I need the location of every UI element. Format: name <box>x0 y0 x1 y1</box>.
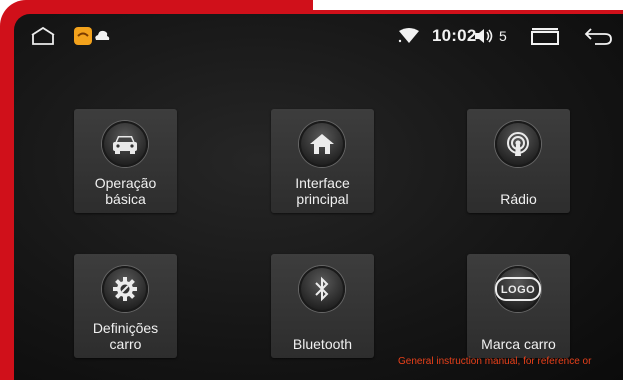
tile-label-line1: Operação <box>94 175 157 191</box>
frame-edge <box>313 0 623 10</box>
tile-car-settings[interactable]: Definições carro <box>74 254 177 358</box>
status-bar: 10:02 5 <box>14 14 623 58</box>
head-unit-screen: 10:02 5 Operação básica Interface princi… <box>14 14 623 380</box>
app-notification-icon <box>74 27 92 45</box>
recent-apps-icon[interactable] <box>529 27 561 45</box>
tile-radio[interactable]: Rádio <box>467 109 570 213</box>
tile-label-line2: básica <box>105 191 146 207</box>
tile-basic-operation[interactable]: Operação básica <box>74 109 177 213</box>
tile-main-interface[interactable]: Interface principal <box>271 109 374 213</box>
tile-label-line2: Rádio <box>500 191 537 207</box>
settings-gear-icon <box>102 266 148 312</box>
tile-label-line2: principal <box>296 191 349 207</box>
back-icon[interactable] <box>583 26 613 46</box>
car-icon <box>102 121 148 167</box>
tile-label-line2: carro <box>109 336 142 352</box>
tile-bluetooth[interactable]: Bluetooth <box>271 254 374 358</box>
logo-badge: LOGO <box>494 277 542 301</box>
tile-label-line2: Bluetooth <box>292 336 353 352</box>
tile-label: Operação básica <box>74 175 177 207</box>
pointer-line <box>0 201 14 203</box>
cloud-icon <box>94 29 110 41</box>
tile-label-line1: Interface <box>295 175 350 191</box>
logo-text: LOGO <box>500 284 536 296</box>
tile-label: Definições carro <box>74 320 177 352</box>
tile-label-line2: Marca carro <box>481 336 556 352</box>
home-icon <box>299 121 345 167</box>
wifi-icon <box>398 28 420 44</box>
tile-label: Rádio <box>467 191 570 207</box>
tile-label: Interface principal <box>271 175 374 207</box>
manual-note: General instruction manual, for referenc… <box>398 356 592 367</box>
volume-level: 5 <box>499 28 507 44</box>
clock: 10:02 <box>432 26 477 45</box>
tile-label: Marca carro <box>467 336 570 352</box>
logo-icon: LOGO <box>494 266 542 312</box>
home-outline-icon[interactable] <box>30 26 56 46</box>
tile-car-brand[interactable]: LOGO Marca carro <box>467 254 570 358</box>
radio-icon <box>495 121 541 167</box>
volume-icon[interactable] <box>474 28 494 44</box>
bluetooth-icon <box>299 266 345 312</box>
tile-label: Bluetooth <box>271 336 374 352</box>
tile-label-line1: Definições <box>92 320 159 336</box>
